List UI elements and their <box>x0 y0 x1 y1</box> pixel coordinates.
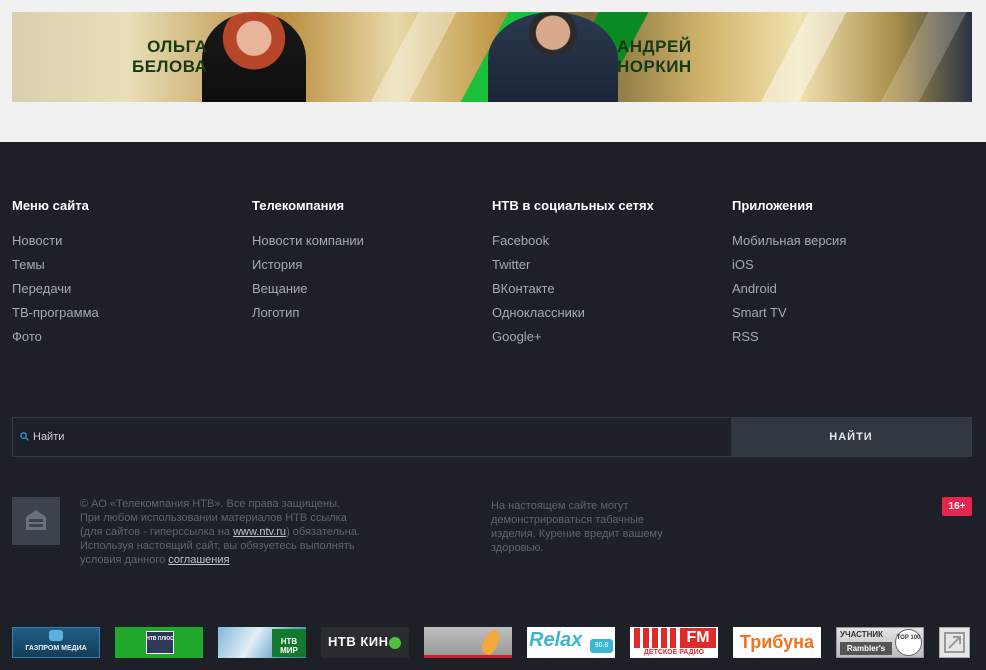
partner-label: Трибуна <box>739 632 815 652</box>
partner-ntv-mir[interactable]: НТВ МИР <box>218 627 306 658</box>
footer-column-apps: Приложения Мобильная версия iOS Android … <box>732 197 962 353</box>
footer-link-android[interactable]: Android <box>732 281 962 305</box>
partner-label: УЧАСТНИК <box>840 630 884 639</box>
footer-link-history[interactable]: История <box>252 257 482 281</box>
partner-label: НТВ ПЛЮС <box>146 636 174 642</box>
partner-label: НТВ КИН <box>328 634 389 649</box>
ntv-logo-icon <box>26 510 46 530</box>
footer-link-facebook[interactable]: Facebook <box>492 233 722 257</box>
legal-text: условия данного <box>80 554 169 566</box>
partner-rambler-top100[interactable]: УЧАСТНИК Rambler's TOP 100 <box>836 627 924 658</box>
footer-link-odnoklassniki[interactable]: Одноклассники <box>492 305 722 329</box>
search-icon <box>20 432 29 441</box>
column-title: Приложения <box>732 198 813 213</box>
partner-label: Relax <box>529 629 583 651</box>
feather-icon <box>479 627 503 655</box>
footer-link-vkontakte[interactable]: ВКонтакте <box>492 281 722 305</box>
ntv-logo[interactable] <box>12 497 60 545</box>
footer-link-logo[interactable]: Логотип <box>252 305 482 329</box>
legal-text: ) обязательна. <box>286 526 360 538</box>
host-name: ОЛЬГА БЕЛОВА <box>132 37 208 76</box>
footer-link-broadcasting[interactable]: Вещание <box>252 281 482 305</box>
partner-label: TOP 100 <box>895 629 922 656</box>
footer-link-topics[interactable]: Темы <box>12 257 242 281</box>
partner-label: Rambler's <box>840 642 892 655</box>
footer-link-news[interactable]: Новости <box>12 233 242 257</box>
footer-link-company-news[interactable]: Новости компании <box>252 233 482 257</box>
partner-detskoe-radio[interactable]: FM ДЕТСКОЕ РАДИО <box>630 627 718 658</box>
partner-feather[interactable] <box>424 627 512 658</box>
partner-external-link[interactable] <box>939 627 970 658</box>
partner-label: FM <box>680 628 716 648</box>
footer-link-smart-tv[interactable]: Smart TV <box>732 305 962 329</box>
partner-label: НТВ МИР <box>280 637 298 655</box>
column-title: Телекомпания <box>252 198 345 213</box>
search-button[interactable]: НАЙТИ <box>731 418 971 456</box>
column-title: Меню сайта <box>12 198 89 213</box>
footer-link-ios[interactable]: iOS <box>732 257 962 281</box>
agreement-link[interactable]: соглашения <box>168 554 229 566</box>
partner-ntv-plus[interactable]: НТВ ПЛЮС <box>115 627 203 658</box>
footer-link-photo[interactable]: Фото <box>12 329 242 353</box>
partner-tribuna[interactable]: Трибуна <box>733 627 821 658</box>
host-photo <box>202 12 306 102</box>
footer-link-rss[interactable]: RSS <box>732 329 962 353</box>
host-name: АНДРЕЙ НОРКИН <box>617 37 692 76</box>
legal-line: (для сайтов - гиперссылка на www.ntv.ru)… <box>80 525 380 539</box>
promo-banner[interactable]: ОЛЬГА БЕЛОВА АНДРЕЙ НОРКИН <box>12 12 972 102</box>
footer-column-company: Телекомпания Новости компании История Ве… <box>252 197 482 329</box>
ntv-plus-logo-icon <box>146 631 174 654</box>
legal-line: Используя настоящий сайт, вы обязуетесь … <box>80 540 355 552</box>
partner-label: ГАЗПРОМ МЕДИА <box>25 645 87 652</box>
partner-ntv-kino[interactable]: НТВ КИН <box>321 627 409 658</box>
age-rating-badge: 16+ <box>942 497 972 516</box>
host-photo <box>488 12 618 102</box>
search-bar: НАЙТИ <box>12 417 972 457</box>
banner-stripe <box>360 12 462 102</box>
legal-notice: © АО «Телекомпания НТВ». Все права защищ… <box>80 497 380 567</box>
legal-line: условия данного соглашения <box>80 553 380 567</box>
children-icon <box>634 628 678 648</box>
footer-link-shows[interactable]: Передачи <box>12 281 242 305</box>
footer-link-mobile[interactable]: Мобильная версия <box>732 233 962 257</box>
arrow-up-right-icon <box>944 632 965 653</box>
footer-link-tv-guide[interactable]: ТВ-программа <box>12 305 242 329</box>
gazprom-flame-icon <box>49 630 63 641</box>
partner-label: ДЕТСКОЕ РАДИО <box>643 649 705 656</box>
legal-line: © АО «Телекомпания НТВ». Все права защищ… <box>80 498 341 510</box>
green-dot-icon <box>389 637 401 649</box>
legal-text: (для сайтов - гиперссылка на <box>80 526 234 538</box>
tobacco-warning: На настоящем сайте могут демонстрировать… <box>491 500 663 554</box>
column-title: НТВ в социальных сетях <box>492 198 654 213</box>
banner-stripe <box>750 12 852 102</box>
search-input[interactable] <box>33 418 723 456</box>
ntv-site-link[interactable]: www.ntv.ru <box>233 526 286 538</box>
legal-line: При любом использовании материалов НТВ с… <box>80 512 347 524</box>
footer-link-google-plus[interactable]: Google+ <box>492 329 722 353</box>
footer-column-site-menu: Меню сайта Новости Темы Передачи ТВ-прог… <box>12 197 242 353</box>
partner-gazprom-media[interactable]: ГАЗПРОМ МЕДИА <box>12 627 100 658</box>
footer-column-social: НТВ в социальных сетях Facebook Twitter … <box>492 197 722 353</box>
partner-relax-fm[interactable]: Relax 90.8 <box>527 627 615 658</box>
banner-stripe <box>870 12 972 102</box>
footer-link-twitter[interactable]: Twitter <box>492 257 722 281</box>
partner-label: 90.8 <box>590 639 613 653</box>
top-area: ОЛЬГА БЕЛОВА АНДРЕЙ НОРКИН <box>0 0 986 142</box>
